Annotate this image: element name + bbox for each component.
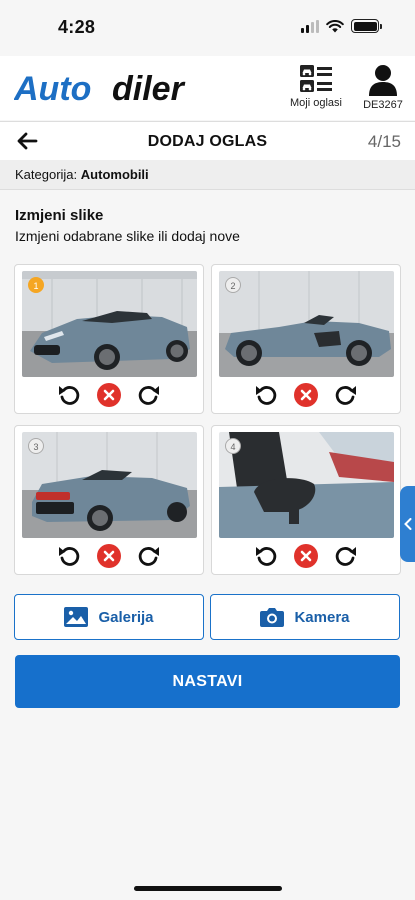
photo-number-badge: 1 — [28, 277, 44, 293]
category-label: Kategorija: — [15, 167, 78, 182]
rotate-right-icon[interactable] — [137, 383, 161, 407]
side-drawer-tab[interactable] — [400, 486, 415, 562]
cellular-signal-icon — [301, 19, 319, 33]
photo-actions — [212, 381, 400, 409]
section-subtitle: Izmjeni odabrane slike ili dodaj nove — [15, 228, 240, 244]
continue-button[interactable]: NASTAVI — [15, 655, 400, 708]
car-photo[interactable] — [219, 432, 394, 538]
gallery-label: Galerija — [98, 608, 154, 626]
camera-button[interactable]: Kamera — [210, 594, 400, 640]
delete-photo-button[interactable] — [294, 544, 318, 568]
close-icon — [103, 550, 115, 562]
photo-actions — [15, 542, 203, 570]
user-id-label: DE3267 — [363, 99, 403, 111]
gallery-button[interactable]: Galerija — [14, 594, 204, 640]
autodiler-logo[interactable]: Auto diler — [14, 68, 214, 108]
photo-number-badge: 3 — [28, 438, 44, 454]
status-bar: 4:28 — [0, 0, 415, 56]
delete-photo-button[interactable] — [97, 383, 121, 407]
category-value: Automobili — [80, 167, 149, 182]
rotate-left-icon[interactable] — [57, 544, 81, 568]
delete-photo-button[interactable] — [294, 383, 318, 407]
camera-icon — [260, 608, 285, 627]
moji-oglasi-button[interactable]: Moji oglasi — [284, 64, 348, 109]
photo-card: 4 — [211, 425, 401, 575]
delete-photo-button[interactable] — [97, 544, 121, 568]
close-icon — [300, 389, 312, 401]
user-profile-button[interactable]: DE3267 — [358, 64, 408, 111]
photo-card: 2 — [211, 264, 401, 414]
moji-oglasi-label: Moji oglasi — [290, 97, 342, 109]
page-title: DODAJ OGLAS — [147, 133, 268, 150]
photo-number-badge: 4 — [225, 438, 241, 454]
title-bar: DODAJ OGLAS 4/15 — [0, 121, 415, 161]
category-bar: Kategorija: Automobili — [0, 160, 415, 190]
rotate-left-icon[interactable] — [254, 383, 278, 407]
step-counter: 4/15 — [367, 132, 401, 151]
car-photo[interactable] — [219, 271, 394, 377]
close-icon — [300, 550, 312, 562]
photo-number-badge: 2 — [225, 277, 241, 293]
close-icon — [103, 389, 115, 401]
photo-card: 3 — [14, 425, 204, 575]
home-indicator[interactable] — [134, 886, 282, 891]
screen: 4:28 Auto diler Moji oglasi DE3267 DODAJ… — [0, 0, 415, 900]
section-title: Izmjeni slike — [15, 207, 104, 224]
app-header: Auto diler Moji oglasi DE3267 — [0, 56, 415, 120]
svg-text:diler: diler — [112, 70, 186, 106]
photo-actions — [212, 542, 400, 570]
status-icons — [301, 19, 382, 33]
rotate-left-icon[interactable] — [57, 383, 81, 407]
car-photo[interactable] — [22, 271, 197, 377]
svg-text:Auto: Auto — [14, 70, 91, 106]
rotate-right-icon[interactable] — [137, 544, 161, 568]
user-icon — [369, 65, 397, 96]
status-time: 4:28 — [58, 17, 96, 37]
photo-actions — [15, 381, 203, 409]
car-photo[interactable] — [22, 432, 197, 538]
battery-icon — [351, 19, 382, 33]
image-icon — [64, 607, 89, 627]
camera-label: Kamera — [294, 608, 350, 626]
photo-card: 1 — [14, 264, 204, 414]
wifi-icon — [326, 19, 344, 32]
chevron-left-icon — [403, 518, 411, 530]
rotate-right-icon[interactable] — [334, 383, 358, 407]
rotate-left-icon[interactable] — [254, 544, 278, 568]
my-ads-icon — [300, 65, 332, 92]
rotate-right-icon[interactable] — [334, 544, 358, 568]
